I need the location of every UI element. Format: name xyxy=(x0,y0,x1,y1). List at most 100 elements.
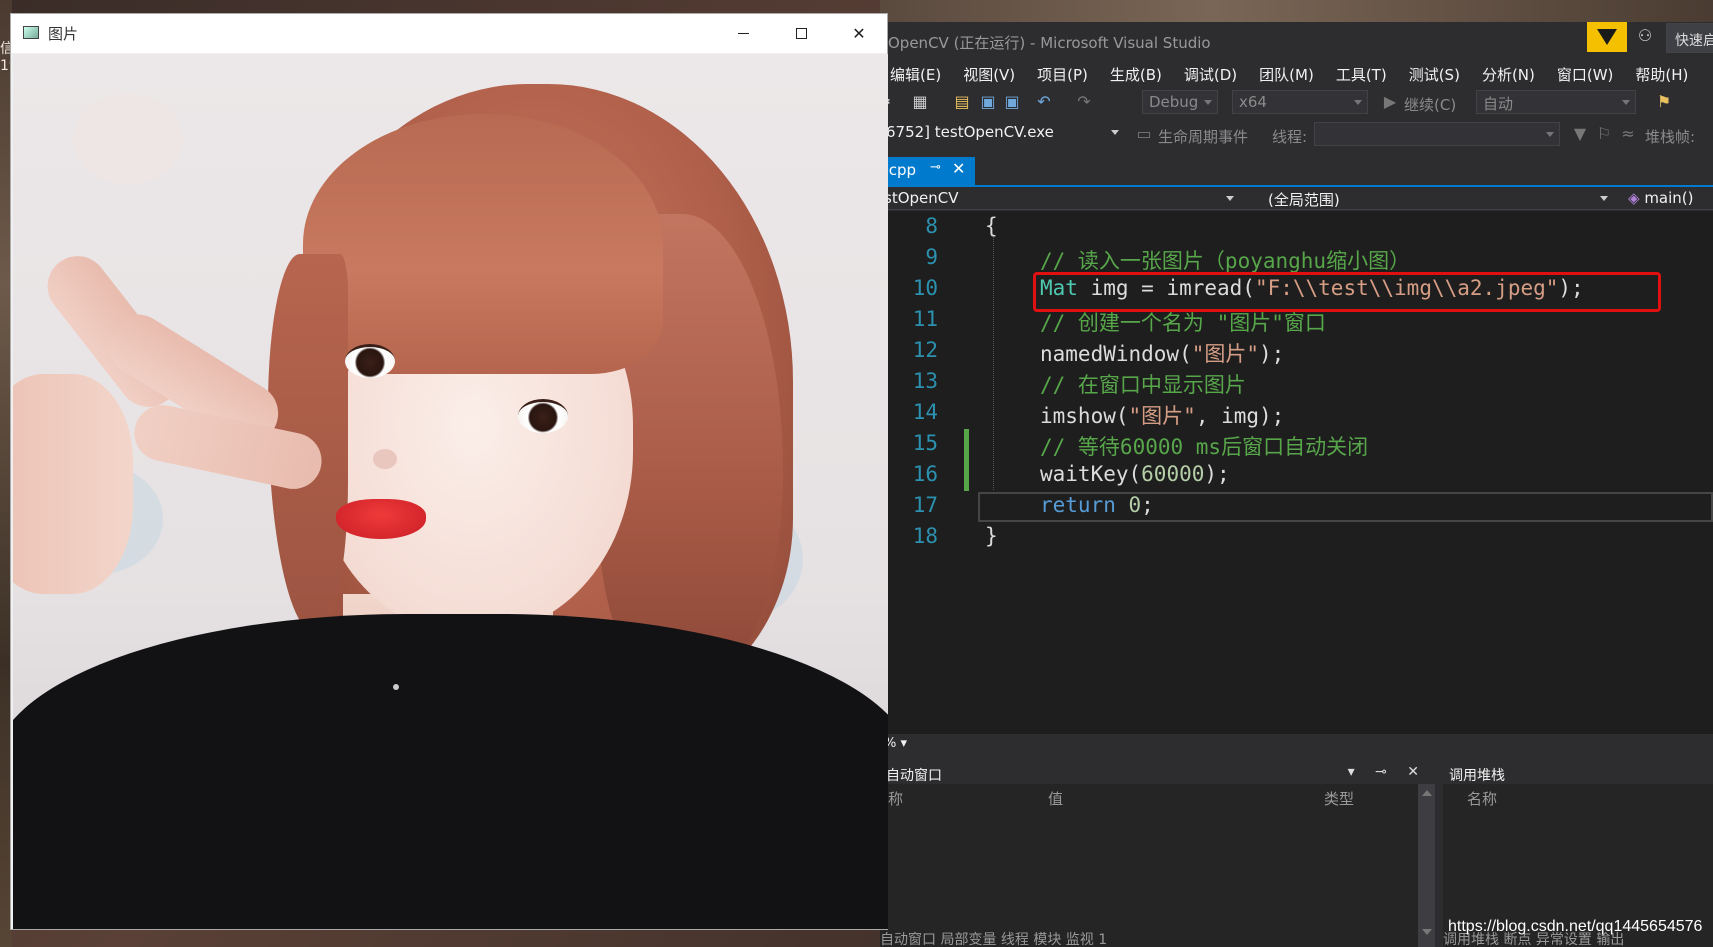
platform-select[interactable]: x64 xyxy=(1232,90,1368,114)
autos-scrollbar[interactable] xyxy=(1418,784,1435,947)
maximize-button[interactable] xyxy=(772,14,830,53)
right-eye xyxy=(518,399,568,433)
callstack-panel-title: 调用堆栈 xyxy=(1443,762,1713,784)
thread-select[interactable] xyxy=(1314,122,1560,146)
code-line-13: // 在窗口中显示图片 xyxy=(1040,373,1246,397)
tab-cpp-file[interactable]: .cpp ⊸ ✕ xyxy=(880,157,975,185)
open-file-icon[interactable]: ▤ xyxy=(952,92,972,112)
continue-button[interactable]: 继续(C) xyxy=(1404,94,1456,115)
vs-menubar: 编辑(E) 视图(V) 项目(P) 生成(B) 调试(D) 团队(M) 工具(T… xyxy=(880,62,1713,86)
tab-label: .cpp xyxy=(884,161,917,179)
line-number: 17 xyxy=(912,493,938,517)
code-editor[interactable]: 8 9 10 11 12 13 14 15 16 17 18 { // 读入一张… xyxy=(880,211,1713,734)
stack-icon[interactable]: ≈ xyxy=(1618,124,1638,144)
panel-buttons[interactable]: ▾ ⊸ ✕ xyxy=(1348,764,1427,780)
image-window-titlebar[interactable]: 图片 ✕ xyxy=(11,14,887,53)
code-line-8: { xyxy=(985,214,998,238)
red-annotation-box xyxy=(1033,272,1661,312)
autos-title-text: 自动窗口 xyxy=(886,768,942,784)
code-line-15: // 等待60000 ms后窗口自动关闭 xyxy=(1040,435,1369,459)
line-number: 14 xyxy=(912,400,938,424)
save-all-icon[interactable]: ▣ xyxy=(1002,92,1022,112)
feedback-icon[interactable]: ⚇ xyxy=(1632,26,1658,50)
visual-studio-window: OpenCV (正在运行) - Microsoft Visual Studio … xyxy=(880,0,1713,947)
project-value: stOpenCV xyxy=(884,189,959,207)
displayed-photo xyxy=(13,54,888,929)
line-number: 13 xyxy=(912,369,938,393)
code-line-9: // 读入一张图片（poyanghu缩小图） xyxy=(1040,249,1411,273)
menu-view[interactable]: 视图(V) xyxy=(953,62,1027,86)
funnel-icon xyxy=(1597,29,1617,45)
stackframe-label: 堆栈帧: xyxy=(1645,128,1696,146)
menu-window[interactable]: 窗口(W) xyxy=(1547,62,1626,86)
auto-value: 自动 xyxy=(1483,95,1514,113)
undo-icon[interactable]: ↶ xyxy=(1034,92,1054,112)
black-shirt xyxy=(13,614,888,929)
col-name[interactable]: 称 xyxy=(888,788,903,809)
lifecycle-events-button[interactable]: 生命周期事件 xyxy=(1158,126,1248,147)
watermark-url: https://blog.csdn.net/qq1445654576 xyxy=(1448,918,1703,935)
line-number: 12 xyxy=(912,338,938,362)
autos-bottom-tabs[interactable]: 自动窗口 局部变量 线程 模块 监视 1 xyxy=(880,929,1107,947)
background-flower xyxy=(73,94,183,184)
redo-icon[interactable]: ↷ xyxy=(1074,92,1094,112)
document-tabs: .cpp ⊸ ✕ xyxy=(880,157,1713,187)
line-number: 10 xyxy=(912,276,938,300)
play-icon[interactable]: ▶ xyxy=(1380,92,1400,112)
menu-debug[interactable]: 调试(D) xyxy=(1174,62,1249,86)
scope-value: (全局范围) xyxy=(1268,191,1340,209)
toolbox-icon[interactable]: ⚑ xyxy=(1654,92,1674,112)
flag-icon[interactable]: ⚐ xyxy=(1594,124,1614,144)
code-line-17: return 0; xyxy=(1040,493,1154,517)
col-type[interactable]: 类型 xyxy=(1324,788,1354,809)
line-number-gutter: 8 9 10 11 12 13 14 15 16 17 18 xyxy=(880,211,970,734)
close-button[interactable]: ✕ xyxy=(830,14,888,53)
close-icon: ✕ xyxy=(852,24,866,43)
minimize-button[interactable] xyxy=(714,14,772,53)
image-window-title: 图片 xyxy=(48,25,79,43)
left-eye xyxy=(345,344,395,378)
filter-icon[interactable]: ▼ xyxy=(1570,124,1590,144)
new-project-icon[interactable]: ▦ xyxy=(910,92,930,112)
code-line-16: waitKey(60000); xyxy=(1040,462,1230,486)
config-select[interactable]: Debug xyxy=(1142,90,1218,114)
navigation-bar: stOpenCV (全局范围) ◈ main() xyxy=(880,187,1713,210)
menu-build[interactable]: 生成(B) xyxy=(1100,62,1174,86)
scope-select[interactable]: (全局范围) xyxy=(1244,188,1614,209)
pin-icon[interactable]: ⊸ xyxy=(930,160,941,175)
app-icon xyxy=(23,26,39,39)
editor-status-strip: % ▾ xyxy=(880,734,1713,754)
save-icon[interactable]: ▣ xyxy=(978,92,998,112)
project-select[interactable]: stOpenCV xyxy=(880,188,1240,209)
menu-project[interactable]: 项目(P) xyxy=(1027,62,1100,86)
quick-launch-input[interactable]: 快速启 xyxy=(1666,23,1713,53)
vs-window-title: OpenCV (正在运行) - Microsoft Visual Studio xyxy=(888,34,1211,52)
line-number: 8 xyxy=(925,214,938,238)
close-icon[interactable]: ✕ xyxy=(952,159,965,178)
menu-test[interactable]: 测试(S) xyxy=(1399,62,1472,86)
line-number: 15 xyxy=(912,431,938,455)
member-select[interactable]: ◈ main() xyxy=(1624,188,1713,209)
menu-help[interactable]: 帮助(H) xyxy=(1625,62,1700,86)
menu-analyze[interactable]: 分析(N) xyxy=(1472,62,1547,86)
line-number: 16 xyxy=(912,462,938,486)
hand-v-sign xyxy=(13,204,327,594)
col-value[interactable]: 值 xyxy=(1048,788,1063,809)
menu-team[interactable]: 团队(M) xyxy=(1249,62,1326,86)
change-indicator xyxy=(964,429,969,491)
vs-feedback-filter-button[interactable] xyxy=(1587,22,1627,52)
process-select[interactable]: 6752] testOpenCV.exe xyxy=(880,121,1125,145)
menu-edit[interactable]: 编辑(E) xyxy=(880,62,953,86)
necklace xyxy=(393,684,399,690)
lifecycle-icon: ▭ xyxy=(1136,124,1152,143)
thread-label: 线程: xyxy=(1272,128,1308,146)
auto-select[interactable]: 自动 xyxy=(1476,90,1636,114)
config-value: Debug xyxy=(1149,93,1199,111)
code-line-12: namedWindow("图片"); xyxy=(1040,342,1285,366)
line-number: 18 xyxy=(912,524,938,548)
menu-tools[interactable]: 工具(T) xyxy=(1326,62,1399,86)
callstack-col-name[interactable]: 名称 xyxy=(1467,788,1497,809)
autos-panel-title: 自动窗口 ▾ ⊸ ✕ xyxy=(880,762,1435,784)
code-line-18: } xyxy=(985,524,998,548)
nose xyxy=(373,449,397,469)
